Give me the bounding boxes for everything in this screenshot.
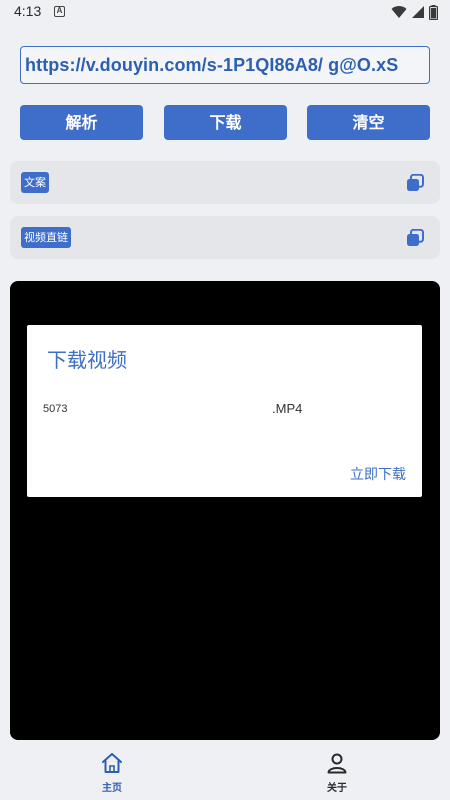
nav-item-about[interactable]: 关于 [307,751,367,797]
clear-button[interactable]: 清空 [307,105,430,140]
dialog-title: 下载视频 [47,348,127,372]
download-now-button[interactable]: 立即下载 [350,464,406,484]
download-dialog: 下载视频 5073 .MP4 立即下载 [27,325,422,497]
person-icon [327,753,347,774]
bottom-nav: 主页 关于 [0,745,450,800]
copy-icon[interactable] [406,229,424,247]
video-link-card: 视频直链 [10,216,440,259]
battery-icon [429,4,438,20]
status-icons [391,4,438,20]
home-icon [102,753,122,773]
file-extension: .MP4 [272,401,303,416]
notification-icon: A [54,6,65,17]
nav-label-about: 关于 [327,783,347,794]
status-bar: 4:13 A [0,0,450,24]
parse-button[interactable]: 解析 [20,105,143,140]
status-time: 4:13 [14,3,42,19]
url-input[interactable]: https://v.douyin.com/s-1P1QI86A8/ g@O.xS [20,46,430,84]
nav-item-home[interactable]: 主页 [82,751,142,797]
nav-label-home: 主页 [102,783,122,794]
wifi-icon [391,6,407,19]
copy-icon[interactable] [406,174,424,192]
caption-card: 文案 [10,161,440,204]
file-name: 5073 [43,403,68,415]
signal-icon [412,6,424,18]
download-button[interactable]: 下载 [164,105,287,140]
caption-tag: 文案 [21,172,49,193]
video-link-tag: 视频直链 [21,227,71,248]
url-input-value: https://v.douyin.com/s-1P1QI86A8/ g@O.xS [25,55,399,75]
